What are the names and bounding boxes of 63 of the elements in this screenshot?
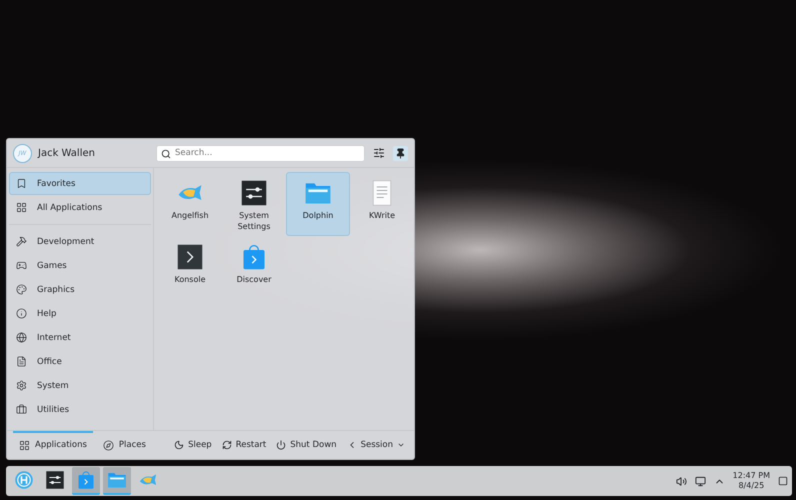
power-button[interactable]: Session	[344, 440, 408, 450]
show-desktop-icon[interactable]	[778, 476, 788, 486]
clock-time: 12:47 PM	[732, 471, 770, 481]
globe-icon	[16, 332, 27, 343]
power-button[interactable]: Restart	[218, 440, 270, 450]
sliders-icon	[45, 470, 65, 490]
hammer-icon	[16, 236, 27, 247]
volume-icon[interactable]	[676, 476, 687, 486]
configure-button[interactable]	[371, 145, 387, 161]
grid-icon	[16, 202, 27, 213]
app-tile[interactable]: Angelfish	[158, 172, 222, 236]
clock-date: 8/4/25	[738, 481, 764, 491]
sliders-icon	[373, 147, 385, 159]
sliders-icon	[240, 179, 268, 207]
toolbox-icon	[16, 404, 27, 415]
sidebar-item[interactable]: Graphics	[9, 278, 151, 301]
restart-icon	[222, 440, 232, 450]
app-tile[interactable]: Dolphin	[286, 172, 350, 236]
gear-icon	[16, 380, 27, 391]
sidebar-item[interactable]: Help	[9, 302, 151, 325]
palette-icon	[16, 284, 27, 295]
shopping-bag-icon	[76, 470, 96, 490]
folder-icon	[107, 470, 127, 490]
sidebar-item[interactable]: Games	[9, 254, 151, 277]
moon-icon	[174, 440, 184, 450]
terminal-icon	[176, 243, 204, 271]
sidebar-item[interactable]: System	[9, 374, 151, 397]
pin-icon	[395, 148, 406, 158]
app-label: Angelfish	[171, 210, 209, 221]
search-icon	[161, 148, 171, 158]
sidebar-item[interactable]: Favorites	[9, 172, 151, 195]
app-label: Dolphin	[302, 210, 334, 221]
app-tile[interactable]: System Settings	[222, 172, 286, 236]
search-field[interactable]: Search...	[156, 144, 365, 162]
document-icon	[16, 356, 27, 367]
grid-icon	[19, 440, 30, 450]
clock[interactable]: 12:47 PM 8/4/25	[732, 471, 770, 491]
compass-icon	[102, 440, 114, 450]
power-button[interactable]: Sleep	[171, 440, 215, 450]
sidebar-item[interactable]: All Applications	[9, 196, 151, 219]
sidebar-item[interactable]: Utilities	[9, 398, 151, 421]
app-tile[interactable]: Konsole	[158, 236, 222, 300]
app-label: Discover	[236, 274, 272, 285]
app-tile[interactable]: KWrite	[350, 172, 414, 236]
power-button[interactable]: Shut Down	[273, 440, 340, 450]
footer-tab[interactable]: Places	[96, 431, 152, 459]
gamepad-icon	[16, 260, 27, 271]
display-icon[interactable]	[694, 476, 706, 486]
app-tile[interactable]: Discover	[222, 236, 286, 300]
sidebar-item[interactable]: Development	[9, 230, 151, 253]
sidebar-item[interactable]: Office	[9, 350, 151, 373]
caret-icon	[397, 441, 405, 449]
info-icon	[16, 308, 27, 319]
user-name: Jack Wallen	[38, 148, 96, 158]
launcher-icon	[14, 470, 34, 490]
power-icon	[276, 440, 286, 450]
footer-tab[interactable]: Applications	[13, 431, 93, 459]
app-label: System Settings	[236, 210, 272, 232]
bookmark-icon	[16, 178, 27, 189]
app-label: KWrite	[368, 210, 396, 221]
pin-button[interactable]	[393, 146, 408, 160]
app-label: Konsole	[174, 274, 206, 285]
sidebar-item[interactable]: Internet	[9, 326, 151, 349]
